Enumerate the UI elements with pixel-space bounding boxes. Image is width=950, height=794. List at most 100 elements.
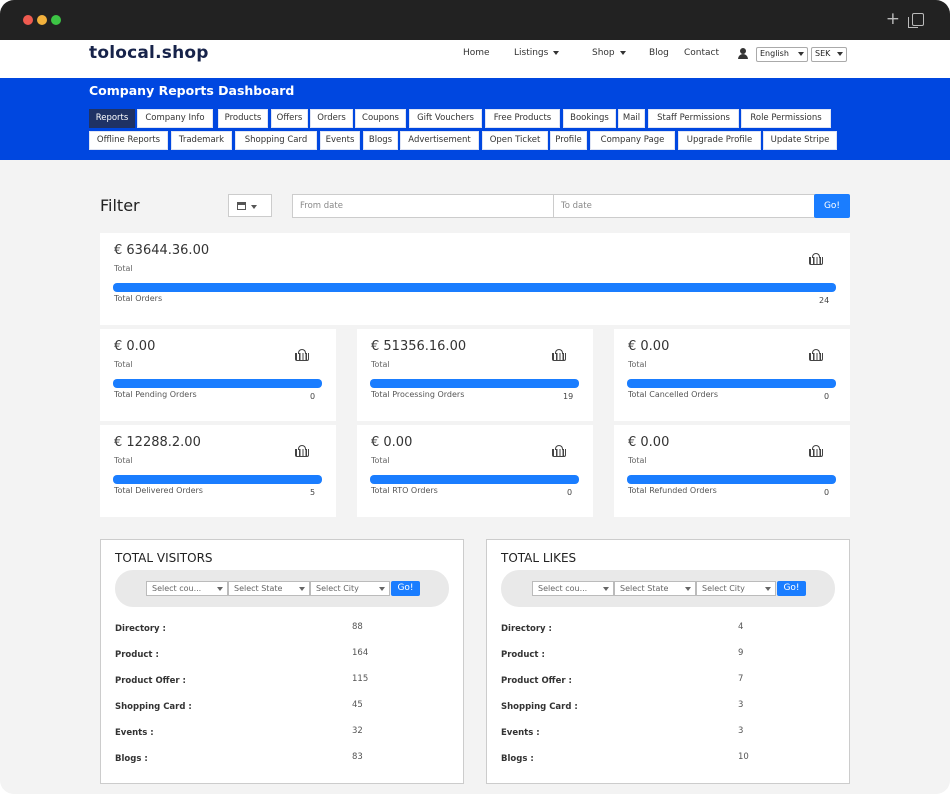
stat-label: Product : (501, 650, 545, 660)
order-card-sub: Total (114, 456, 133, 465)
country-select-value: Select cou... (152, 584, 202, 593)
visitors-go-button[interactable]: Go! (391, 581, 420, 596)
tab-orders[interactable]: Orders (310, 109, 353, 128)
stat-label: Directory : (115, 624, 166, 634)
country-select[interactable]: Select cou... (146, 581, 228, 596)
nav-contact[interactable]: Contact (684, 48, 719, 58)
tab-reports[interactable]: Reports (89, 109, 135, 128)
language-select[interactable]: English (756, 47, 808, 62)
basket-icon (552, 349, 566, 361)
total-likes-panel: TOTAL LIKES Select cou... Select State S… (486, 539, 850, 784)
tab-mail[interactable]: Mail (618, 109, 645, 128)
nav-blog[interactable]: Blog (649, 48, 669, 58)
main-content: Filter From date To date Go! € 63644.36.… (0, 160, 950, 794)
nav-shop-label: Shop (592, 48, 615, 58)
tab-open-ticket[interactable]: Open Ticket (482, 131, 548, 150)
chevron-down-icon (685, 587, 691, 591)
tab-role-permissions[interactable]: Role Permissions (741, 109, 831, 128)
summary-bar-label: Total Orders (114, 294, 163, 303)
order-card-bar-label: Total Refunded Orders (628, 486, 717, 495)
tab-advertisement[interactable]: Advertisement (400, 131, 479, 150)
basket-icon (552, 445, 566, 457)
summary-amount: € 63644.36.00 (114, 243, 210, 258)
stat-value: 88 (352, 622, 363, 632)
tab-blogs[interactable]: Blogs (363, 131, 398, 150)
nav-home-label: Home (463, 48, 490, 58)
filter-go-button[interactable]: Go! (814, 194, 850, 218)
calendar-icon (237, 202, 246, 210)
title-bar: + (0, 0, 950, 40)
top-navbar: tolocal.shop Home Listings Shop Blog Con… (0, 40, 950, 78)
stat-value: 3 (738, 726, 744, 736)
tab-profile[interactable]: Profile (550, 131, 587, 150)
nav-shop[interactable]: Shop (592, 48, 626, 58)
stat-value: 115 (352, 674, 369, 684)
state-select[interactable]: Select State (614, 581, 696, 596)
tab-offers[interactable]: Offers (271, 109, 308, 128)
city-select[interactable]: Select City (696, 581, 776, 596)
tab-events[interactable]: Events (320, 131, 360, 150)
site-logo[interactable]: tolocal.shop (89, 43, 209, 63)
close-dot-icon[interactable] (23, 15, 33, 25)
order-card-count: 0 (824, 488, 830, 497)
copy-icon[interactable] (908, 13, 924, 28)
tab-staff-permissions[interactable]: Staff Permissions (648, 109, 739, 128)
country-select-value: Select cou... (538, 584, 588, 593)
order-card-count: 0 (310, 392, 316, 401)
user-icon[interactable] (738, 48, 748, 59)
stat-label: Directory : (501, 624, 552, 634)
tab-trademark[interactable]: Trademark (171, 131, 232, 150)
basket-icon (809, 445, 823, 457)
likes-go-button[interactable]: Go! (777, 581, 806, 596)
currency-select[interactable]: SEK (811, 47, 847, 62)
tab-products[interactable]: Products (218, 109, 268, 128)
state-select[interactable]: Select State (228, 581, 310, 596)
stat-value: 10 (738, 752, 749, 762)
tab-upgrade-profile[interactable]: Upgrade Profile (678, 131, 761, 150)
order-card: € 51356.16.00 Total Total Processing Ord… (357, 329, 593, 421)
basket-icon (809, 253, 823, 265)
tab-gift-vouchers[interactable]: Gift Vouchers (409, 109, 482, 128)
total-visitors-panel: TOTAL VISITORS Select cou... Select Stat… (100, 539, 464, 784)
stat-label: Shopping Card : (501, 702, 578, 712)
order-card: € 0.00 Total Total RTO Orders 0 (357, 425, 593, 517)
order-card-amount: € 0.00 (628, 339, 670, 354)
nav-home[interactable]: Home (463, 48, 490, 58)
summary-progress-bar (113, 283, 836, 292)
tab-shopping-card[interactable]: Shopping Card (235, 131, 317, 150)
panel-title: TOTAL LIKES (501, 551, 577, 565)
tab-company-page[interactable]: Company Page (590, 131, 675, 150)
plus-icon[interactable]: + (886, 9, 900, 29)
tab-company-info[interactable]: Company Info (137, 109, 213, 128)
chevron-down-icon (251, 205, 257, 209)
order-card-progress-bar (627, 475, 836, 484)
chevron-down-icon (619, 50, 626, 55)
maximize-dot-icon[interactable] (51, 15, 61, 25)
tab-offline-reports[interactable]: Offline Reports (89, 131, 168, 150)
order-card-sub: Total (628, 360, 647, 369)
stat-label: Blogs : (501, 754, 534, 764)
order-card-amount: € 51356.16.00 (371, 339, 467, 354)
order-card-amount: € 12288.2.00 (114, 435, 201, 450)
tab-bookings[interactable]: Bookings (563, 109, 616, 128)
from-date-input[interactable]: From date (292, 194, 554, 218)
stat-label: Product Offer : (501, 676, 572, 686)
tab-update-stripe[interactable]: Update Stripe (763, 131, 837, 150)
tab-free-products[interactable]: Free Products (485, 109, 560, 128)
minimize-dot-icon[interactable] (37, 15, 47, 25)
page-title: Company Reports Dashboard (89, 83, 295, 98)
stat-value: 32 (352, 726, 363, 736)
order-card-count: 0 (567, 488, 573, 497)
city-select[interactable]: Select City (310, 581, 390, 596)
tab-coupons[interactable]: Coupons (355, 109, 406, 128)
location-filter-bar: Select cou... Select State Select City G… (501, 570, 835, 607)
order-card: € 0.00 Total Total Refunded Orders 0 (614, 425, 850, 517)
nav-listings[interactable]: Listings (514, 48, 560, 58)
to-date-input[interactable]: To date (553, 194, 815, 218)
order-card-progress-bar (370, 475, 579, 484)
filter-heading: Filter (100, 196, 140, 215)
country-select[interactable]: Select cou... (532, 581, 614, 596)
order-card-progress-bar (113, 379, 322, 388)
calendar-dropdown-button[interactable] (228, 194, 272, 217)
chevron-down-icon (553, 50, 560, 55)
